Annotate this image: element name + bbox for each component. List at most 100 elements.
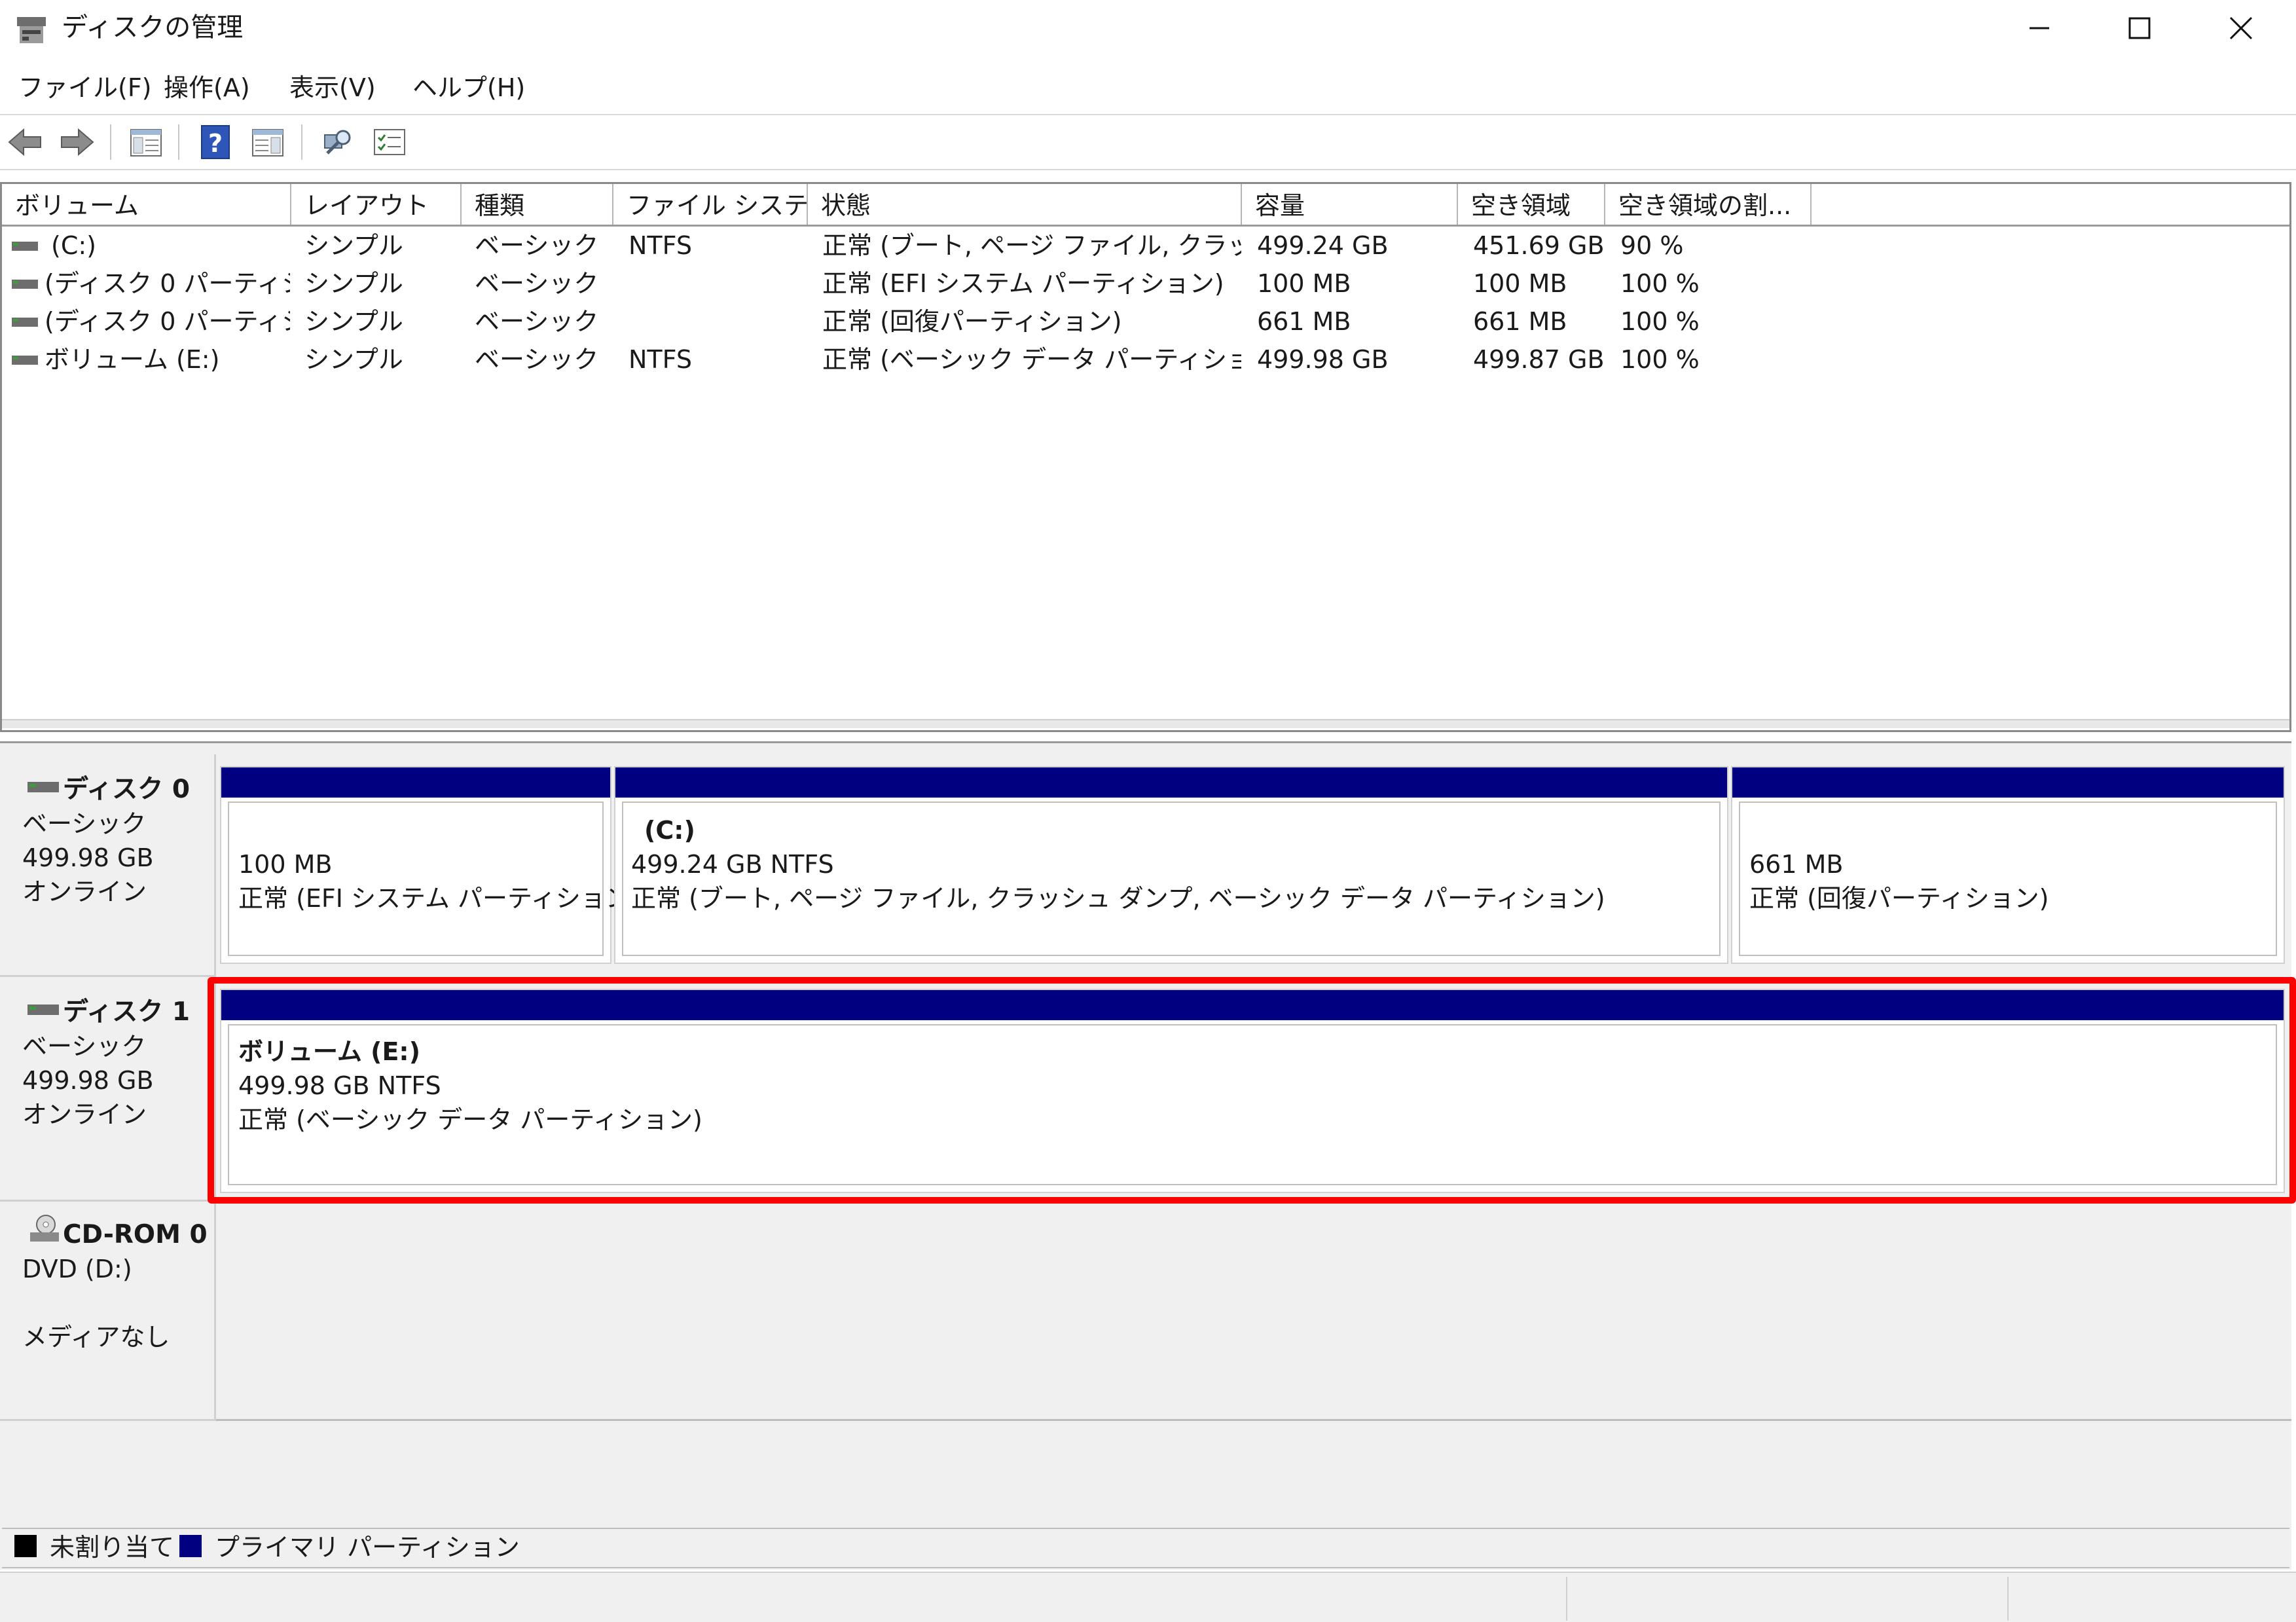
status-bar xyxy=(0,1572,2296,1622)
console-tree-icon xyxy=(130,129,162,157)
cdrom-0-area xyxy=(216,1204,2291,1421)
disk-1-name: ディスク 1 xyxy=(63,997,190,1027)
toolbar-separator xyxy=(110,124,111,160)
rescan-icon xyxy=(324,130,351,155)
properties-icon xyxy=(374,129,405,155)
drive-icon xyxy=(12,279,38,289)
cell-capacity: 499.98 GB xyxy=(1257,345,1389,374)
close-icon xyxy=(2229,16,2253,39)
column-header-capacity[interactable]: 容量 xyxy=(1242,184,1458,225)
column-header-free-space[interactable]: 空き領域 xyxy=(1458,184,1605,225)
legend-swatch-unallocated xyxy=(14,1535,37,1557)
cell-layout: シンプル xyxy=(304,345,403,374)
disk-1-type: ベーシック xyxy=(22,1032,147,1061)
column-header-type[interactable]: 種類 xyxy=(462,184,613,225)
partition-efi-size: 100 MB xyxy=(238,850,333,879)
partition-recovery-state: 正常 (回復パーティション) xyxy=(1749,884,2049,913)
minimize-button[interactable] xyxy=(1990,0,2088,56)
forward-button[interactable] xyxy=(58,123,96,161)
highlight-frame xyxy=(208,977,2296,1204)
column-header-file-system[interactable]: ファイル システム xyxy=(613,184,808,225)
status-separator xyxy=(2007,1577,2009,1621)
partition-efi-state: 正常 (EFI システム パーティション) xyxy=(238,884,640,913)
drive-icon xyxy=(12,241,38,251)
cdrom-0-name: CD-ROM 0 xyxy=(63,1220,208,1249)
disk-icon xyxy=(27,1005,59,1018)
cell-percent-free: 100 % xyxy=(1620,345,1700,374)
cell-file-system: NTFS xyxy=(629,345,692,374)
cdrom-0-type: DVD (D:) xyxy=(22,1255,132,1283)
properties-button[interactable] xyxy=(371,123,409,161)
svg-text:?: ? xyxy=(208,129,223,158)
cell-capacity: 499.24 GB xyxy=(1257,231,1389,260)
partition-c-size: 499.24 GB NTFS xyxy=(631,850,834,879)
cell-type: ベーシック xyxy=(475,269,599,298)
toolbar-separator xyxy=(301,124,302,160)
column-header-layout[interactable]: レイアウト xyxy=(291,184,462,225)
cell-volume: ボリューム (E:) xyxy=(45,345,220,374)
drive-icon xyxy=(12,355,38,365)
cell-volume: (ディスク 0 パーティシ... xyxy=(45,307,290,336)
menu-file[interactable]: ファイル(F) xyxy=(18,71,152,105)
cell-status: 正常 (回復パーティション) xyxy=(822,307,1122,336)
partition-c-state: 正常 (ブート, ページ ファイル, クラッシュ ダンプ, ベーシック データ … xyxy=(631,884,1605,913)
help-icon: ? xyxy=(201,125,230,159)
cdrom-0-status: メディアなし xyxy=(22,1323,170,1352)
action-pane-button[interactable] xyxy=(249,123,287,161)
disk-icon xyxy=(27,782,59,795)
menu-action[interactable]: 操作(A) xyxy=(164,71,250,105)
disk-1-size: 499.98 GB xyxy=(22,1066,154,1095)
cell-file-system: NTFS xyxy=(629,231,692,260)
menu-view[interactable]: 表示(V) xyxy=(289,71,376,105)
cell-type: ベーシック xyxy=(475,231,599,260)
cell-free-space: 100 MB xyxy=(1473,269,1567,298)
cell-capacity: 661 MB xyxy=(1257,307,1351,336)
cell-layout: シンプル xyxy=(304,307,403,336)
cell-volume: (ディスク 0 パーティシ... xyxy=(45,269,290,298)
menu-help[interactable]: ヘルプ(H) xyxy=(412,71,525,105)
disk-0-size: 499.98 GB xyxy=(22,843,154,872)
maximize-icon xyxy=(2128,17,2151,39)
window-title: ディスクの管理 xyxy=(62,12,244,43)
column-header-percent-free[interactable]: 空き領域の割... xyxy=(1605,184,1812,225)
column-header-status[interactable]: 状態 xyxy=(808,184,1242,225)
legend-label-primary: プライマリ パーティション xyxy=(215,1533,520,1562)
disk-management-icon xyxy=(14,13,51,46)
cdrom-icon xyxy=(29,1213,60,1247)
cell-volume: (C:) xyxy=(51,231,96,260)
console-tree-button[interactable] xyxy=(127,123,165,161)
cell-status: 正常 (ベーシック データ パーティション) xyxy=(822,345,1241,374)
back-button[interactable] xyxy=(7,123,45,161)
partition-c-title: (C:) xyxy=(644,816,695,845)
status-separator xyxy=(1566,1577,1567,1621)
rescan-button[interactable] xyxy=(318,123,356,161)
action-pane-icon xyxy=(252,129,283,157)
partition-recovery-size: 661 MB xyxy=(1749,850,1844,879)
close-button[interactable] xyxy=(2192,0,2290,56)
back-icon xyxy=(8,128,41,157)
column-header-volume[interactable]: ボリューム xyxy=(2,184,291,225)
disk-0-type: ベーシック xyxy=(22,809,147,838)
partition-bar xyxy=(1732,767,2284,798)
cell-layout: シンプル xyxy=(304,269,403,298)
cell-status: 正常 (ブート, ページ ファイル, クラッシ... xyxy=(822,231,1241,260)
partition-bar xyxy=(615,767,1727,798)
cell-percent-free: 100 % xyxy=(1620,269,1700,298)
cell-type: ベーシック xyxy=(475,345,599,374)
legend-label-unallocated: 未割り当て xyxy=(50,1533,175,1562)
toolbar-separator xyxy=(178,124,179,160)
title-bar xyxy=(0,0,2296,56)
help-button[interactable]: ? xyxy=(196,123,234,161)
cell-free-space: 451.69 GB xyxy=(1473,231,1604,260)
maximize-button[interactable] xyxy=(2090,0,2189,56)
cell-percent-free: 100 % xyxy=(1620,307,1700,336)
pane-splitter[interactable] xyxy=(2,719,2289,728)
forward-icon xyxy=(61,128,94,157)
disk-0-name: ディスク 0 xyxy=(63,775,190,804)
cell-status: 正常 (EFI システム パーティション) xyxy=(822,269,1224,298)
disk-1-status: オンライン xyxy=(22,1100,147,1129)
minimize-icon xyxy=(2030,27,2049,29)
cell-type: ベーシック xyxy=(475,307,599,336)
cell-free-space: 499.87 GB xyxy=(1473,345,1604,374)
cell-capacity: 100 MB xyxy=(1257,269,1351,298)
